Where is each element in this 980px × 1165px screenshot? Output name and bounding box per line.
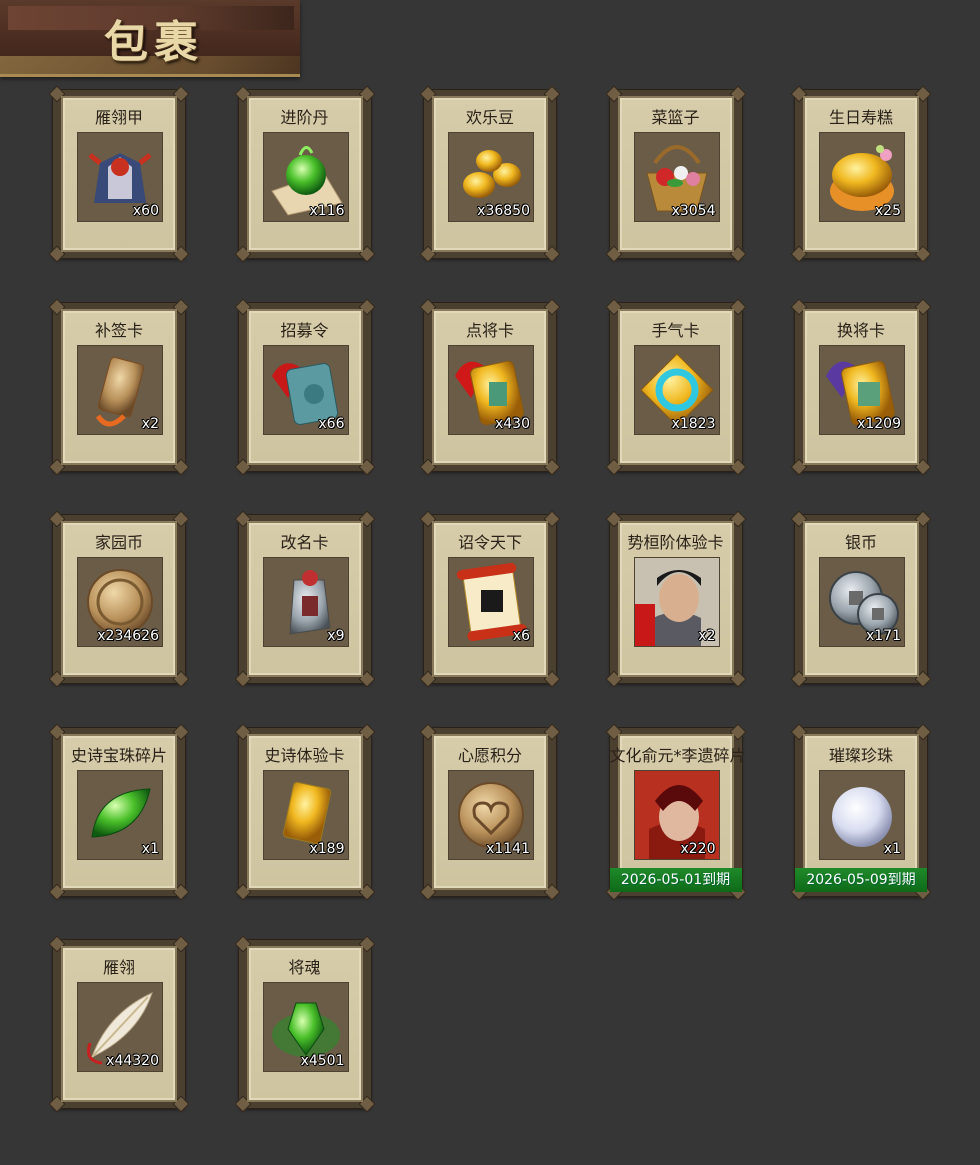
- item-card[interactable]: 史诗体验卡 x189: [234, 723, 375, 900]
- item-card[interactable]: 进阶丹 x116: [234, 85, 375, 263]
- item-quantity: x36850: [477, 203, 530, 219]
- item-name: 势桓阶体验卡: [627, 533, 724, 552]
- item-name: 手气卡: [651, 320, 700, 340]
- item-card[interactable]: 家园币 x234626: [48, 510, 190, 688]
- item-icon-frame: x171: [819, 557, 905, 647]
- item-icon-frame: x1: [819, 769, 905, 860]
- item-icon-frame: x25: [819, 132, 905, 222]
- item-icon-frame: x234626: [77, 557, 163, 647]
- item-quantity: x6: [512, 628, 530, 644]
- item-quantity: x1: [883, 840, 901, 857]
- item-card[interactable]: 手气卡 x1823: [605, 298, 746, 475]
- item-quantity: x430: [494, 415, 530, 432]
- item-icon-frame: x6: [448, 557, 534, 647]
- item-card[interactable]: 改名卡 x9: [234, 510, 375, 688]
- item-name: 换将卡: [836, 320, 885, 340]
- item-card[interactable]: 银币 x171: [790, 510, 932, 688]
- item-quantity: x234626: [97, 628, 159, 644]
- item-icon-frame: x4501: [262, 982, 349, 1072]
- item-name: 进阶丹: [280, 108, 329, 127]
- item-icon-frame: x2: [633, 557, 720, 647]
- item-card[interactable]: 心愿积分 x1141: [419, 723, 561, 900]
- item-card[interactable]: 点将卡 x430: [419, 298, 561, 475]
- item-quantity: x189: [309, 840, 345, 857]
- item-icon-frame: x2: [77, 344, 163, 435]
- item-name: 史诗宝珠碎片: [70, 745, 167, 765]
- item-name: 点将卡: [465, 320, 514, 340]
- item-name: 生日寿糕: [828, 108, 893, 127]
- item-card[interactable]: 史诗宝珠碎片 x1: [48, 723, 190, 900]
- item-icon-frame: x1209: [819, 344, 905, 435]
- item-icon-frame: x66: [262, 344, 349, 435]
- item-icon-frame: x44320: [77, 982, 163, 1072]
- item-card[interactable]: 生日寿糕 x25: [790, 85, 932, 263]
- item-card[interactable]: 换将卡 x1209: [790, 298, 932, 475]
- item-name: 文化俞元*李遗碎片: [609, 745, 746, 765]
- item-icon-frame: x1141: [448, 769, 534, 860]
- item-name: 菜篮子: [651, 108, 700, 127]
- item-name: 银币: [844, 533, 877, 552]
- expiry-banner: 2026-05-01到期: [609, 867, 742, 892]
- page-title: 包裹: [104, 17, 204, 68]
- item-icon-frame: x189: [262, 769, 349, 860]
- item-icon-frame: x9: [262, 557, 349, 647]
- item-icon-frame: x3054: [633, 132, 720, 222]
- item-quantity: x1823: [671, 415, 716, 432]
- item-icon-frame: x1: [77, 769, 163, 860]
- item-icon-frame: x220: [633, 769, 720, 860]
- item-quantity: x2: [141, 415, 159, 432]
- item-name: 诏令天下: [457, 533, 522, 552]
- item-card[interactable]: 雁翎甲 x60: [48, 85, 190, 263]
- inventory-grid: 雁翎甲 x60 进阶丹 x116 欢乐豆 x36850 菜篮子 x3054 生日寿糕 x25 补签卡…: [48, 85, 932, 1113]
- item-card[interactable]: 将魂 x4501: [234, 935, 375, 1113]
- item-quantity: x1141: [486, 840, 530, 857]
- expiry-banner: 2026-05-09到期: [795, 867, 927, 892]
- item-quantity: x2: [698, 628, 716, 644]
- item-card[interactable]: 补签卡 x2: [48, 298, 190, 475]
- item-quantity: x60: [132, 203, 159, 219]
- item-name: 将魂: [288, 958, 321, 977]
- item-card[interactable]: 招募令 x66: [234, 298, 375, 475]
- item-icon-frame: x36850: [448, 132, 534, 222]
- item-quantity: x44320: [106, 1053, 159, 1069]
- item-icon-frame: x116: [262, 132, 349, 222]
- item-card[interactable]: 欢乐豆 x36850: [419, 85, 561, 263]
- item-quantity: x1: [141, 840, 159, 857]
- item-name: 雁翎: [102, 958, 135, 977]
- item-card[interactable]: 璀璨珍珠 x1 2026-05-09到期: [790, 723, 932, 900]
- item-card[interactable]: 势桓阶体验卡 x2: [605, 510, 746, 688]
- item-name: 雁翎甲: [94, 108, 143, 127]
- item-quantity: x220: [680, 840, 716, 857]
- item-icon-frame: x430: [448, 344, 534, 435]
- item-quantity: x1209: [857, 415, 901, 432]
- item-name: 补签卡: [94, 320, 143, 340]
- item-card[interactable]: 文化俞元*李遗碎片 x220 2026-05-01到期: [605, 723, 746, 900]
- item-card[interactable]: 菜篮子 x3054: [605, 85, 746, 263]
- item-name: 家园币: [94, 533, 143, 552]
- item-icon-frame: x1823: [633, 344, 720, 435]
- item-name: 心愿积分: [457, 745, 522, 765]
- item-quantity: x9: [327, 628, 345, 644]
- item-name: 欢乐豆: [465, 108, 514, 127]
- item-quantity: x66: [318, 415, 345, 432]
- item-card[interactable]: 诏令天下 x6: [419, 510, 561, 688]
- item-quantity: x116: [309, 203, 345, 219]
- item-name: 璀璨珍珠: [828, 745, 893, 765]
- item-name: 改名卡: [280, 533, 329, 552]
- item-icon-frame: x60: [77, 132, 163, 222]
- item-quantity: x171: [865, 628, 901, 644]
- item-card[interactable]: 雁翎 x44320: [48, 935, 190, 1113]
- item-quantity: x25: [874, 203, 901, 219]
- item-quantity: x3054: [671, 203, 716, 219]
- inventory-header: 包裹: [0, 0, 300, 77]
- item-name: 招募令: [280, 320, 329, 340]
- item-name: 史诗体验卡: [264, 745, 345, 765]
- item-quantity: x4501: [300, 1053, 345, 1069]
